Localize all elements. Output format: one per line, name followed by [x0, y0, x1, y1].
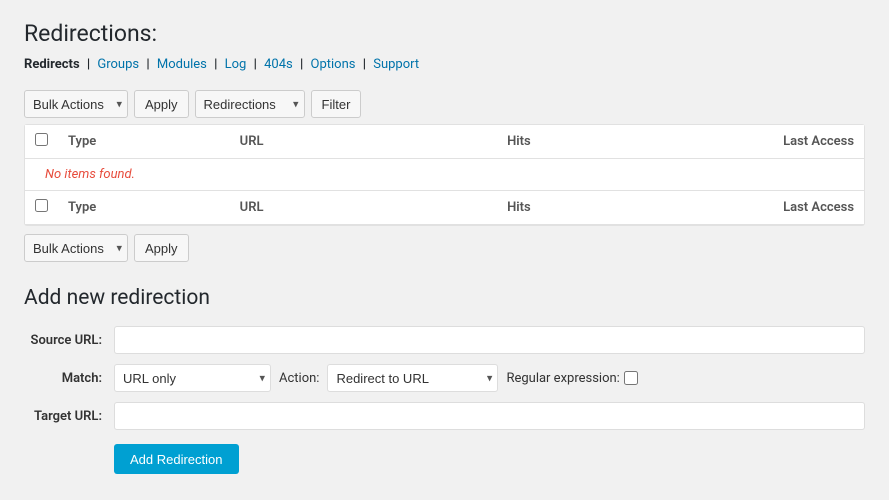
- apply-top-button[interactable]: Apply: [134, 90, 189, 118]
- add-redirection-button[interactable]: Add Redirection: [114, 444, 239, 474]
- regex-label: Regular expression:: [506, 371, 637, 386]
- source-url-input[interactable]: [114, 326, 865, 354]
- add-button-row: Add Redirection: [24, 440, 865, 474]
- select-all-top-checkbox[interactable]: [35, 133, 48, 146]
- bulk-actions-top-wrap: Bulk Actions: [24, 90, 128, 118]
- no-items-row: No items found.: [25, 159, 864, 191]
- col-url-footer: URL: [230, 191, 386, 225]
- nav-item-options[interactable]: Options: [311, 57, 356, 72]
- add-section-title: Add new redirection: [24, 286, 865, 310]
- match-action-wrap: URL only URL and referrer URL and user a…: [114, 364, 638, 392]
- nav-item-404s[interactable]: 404s: [264, 57, 293, 72]
- action-select[interactable]: Redirect to URL Redirect to random post …: [327, 364, 498, 392]
- col-check-bottom: [25, 191, 58, 225]
- target-url-input[interactable]: [114, 402, 865, 430]
- select-all-bottom-checkbox[interactable]: [35, 199, 48, 212]
- col-last-access-header: Last Access: [541, 125, 864, 159]
- redirections-table-wrap: Type URL Hits Last Access No items found…: [24, 124, 865, 226]
- page-title: Redirections:: [24, 20, 865, 47]
- toolbar-bottom: Bulk Actions Apply: [24, 226, 865, 262]
- redirections-select[interactable]: Redirections: [195, 90, 305, 118]
- regex-checkbox[interactable]: [624, 371, 638, 385]
- source-url-label: Source URL:: [24, 333, 114, 348]
- no-items-message: No items found.: [35, 157, 145, 192]
- nav-item-redirects[interactable]: Redirects: [24, 57, 80, 72]
- action-label-text: Action:: [279, 371, 319, 386]
- match-row: Match: URL only URL and referrer URL and…: [24, 364, 865, 392]
- nav-item-modules[interactable]: Modules: [157, 57, 207, 72]
- source-url-row: Source URL:: [24, 326, 865, 354]
- col-type-footer: Type: [58, 191, 230, 225]
- bulk-actions-top-select[interactable]: Bulk Actions: [24, 90, 128, 118]
- col-hits-header: Hits: [386, 125, 541, 159]
- match-select[interactable]: URL only URL and referrer URL and user a…: [114, 364, 271, 392]
- redirections-table: Type URL Hits Last Access No items found…: [25, 125, 864, 225]
- col-last-access-footer: Last Access: [541, 191, 864, 225]
- col-hits-footer: Hits: [386, 191, 541, 225]
- nav-item-log[interactable]: Log: [225, 57, 247, 72]
- nav-item-support[interactable]: Support: [373, 57, 419, 72]
- filter-button[interactable]: Filter: [311, 90, 362, 118]
- match-select-wrap: URL only URL and referrer URL and user a…: [114, 364, 271, 392]
- col-url-header: URL: [230, 125, 386, 159]
- apply-bottom-button[interactable]: Apply: [134, 234, 189, 262]
- no-items-cell: No items found.: [25, 159, 864, 191]
- regex-label-text: Regular expression:: [506, 371, 619, 386]
- col-check: [25, 125, 58, 159]
- nav-item-groups[interactable]: Groups: [97, 57, 139, 72]
- nav-bar: Redirects | Groups | Modules | Log | 404…: [24, 57, 865, 72]
- bulk-actions-bottom-select[interactable]: Bulk Actions: [24, 234, 128, 262]
- redirections-select-wrap: Redirections: [195, 90, 305, 118]
- target-url-label: Target URL:: [24, 409, 114, 424]
- table-header-row: Type URL Hits Last Access: [25, 125, 864, 159]
- target-url-row: Target URL:: [24, 402, 865, 430]
- action-select-wrap: Redirect to URL Redirect to random post …: [327, 364, 498, 392]
- table-footer-header-row: Type URL Hits Last Access: [25, 191, 864, 225]
- toolbar-top: Bulk Actions Apply Redirections Filter: [24, 84, 865, 124]
- match-label: Match:: [24, 371, 114, 386]
- add-redirection-section: Add new redirection Source URL: Match: U…: [24, 286, 865, 474]
- col-type-header: Type: [58, 125, 230, 159]
- bulk-actions-bottom-wrap: Bulk Actions: [24, 234, 128, 262]
